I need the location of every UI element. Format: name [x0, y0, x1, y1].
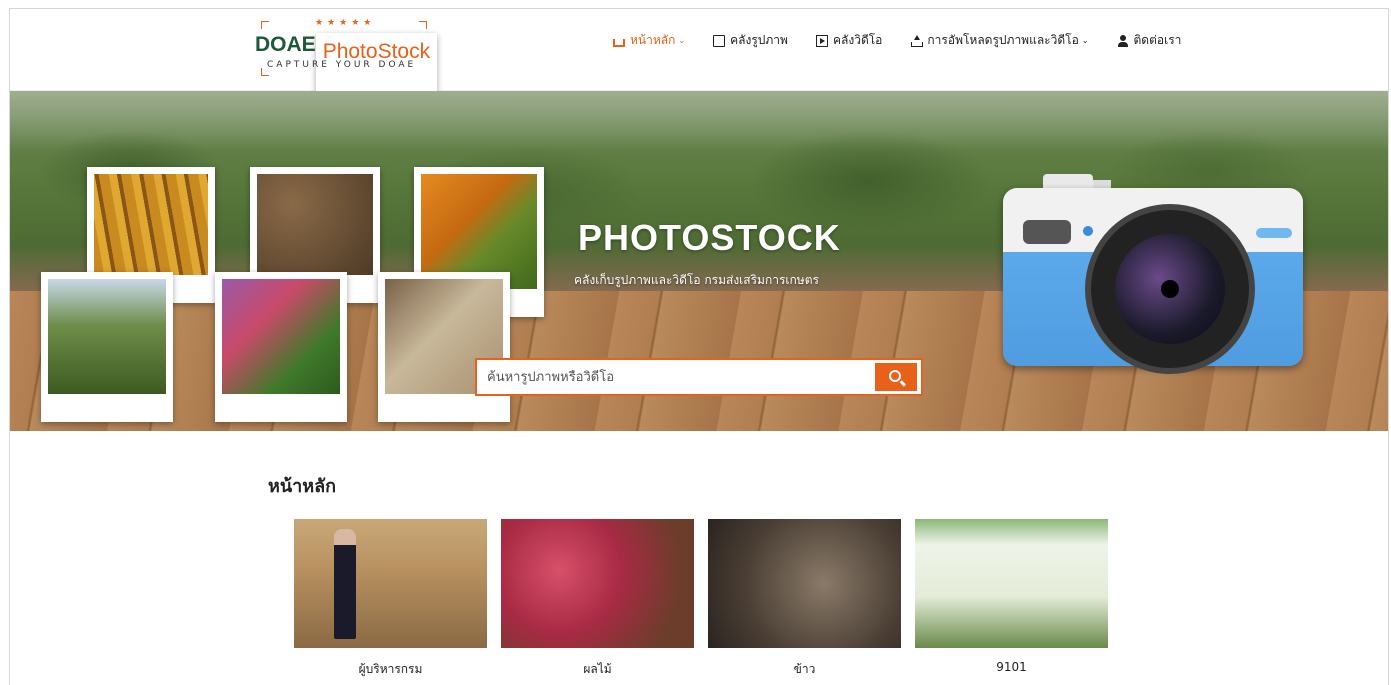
category-card-rice[interactable]: ข้าว	[708, 519, 901, 679]
category-label[interactable]: ข้าว	[708, 660, 901, 679]
image-icon	[713, 34, 726, 47]
nav-item-image-library[interactable]: คลังรูปภาพ	[713, 31, 788, 50]
nav-item-label: คลังรูปภาพ	[730, 33, 788, 47]
logo-bracket	[261, 21, 269, 29]
camera-button	[1256, 228, 1292, 238]
category-thumbnail[interactable]	[915, 519, 1108, 648]
main-nav: หน้าหลัก ⌄ คลังรูปภาพ คลังวิดีโอ การอัพโ…	[613, 31, 1209, 50]
search-button[interactable]	[875, 363, 917, 391]
polaroid-image	[257, 174, 373, 275]
search-icon	[889, 370, 901, 382]
polaroid-image	[94, 174, 208, 275]
nav-item-video-library[interactable]: คลังวิดีโอ	[815, 31, 883, 50]
chevron-down-icon: ⌄	[678, 36, 686, 45]
nav-item-label: ติดต่อเรา	[1133, 33, 1182, 47]
category-thumbnail[interactable]	[294, 519, 487, 648]
logo-tagline: CAPTURE YOUR DOAE	[267, 60, 417, 70]
category-grid: ผู้บริหารกรม ผลไม้ ข้าว 9101	[294, 519, 1122, 679]
contact-icon	[1117, 34, 1129, 47]
hero-banner: PHOTOSTOCK คลังเก็บรูปภาพและวิดีโอ กรมส่…	[10, 91, 1388, 431]
polaroid-flowers	[215, 272, 347, 422]
nav-item-upload[interactable]: การอัพโหลดรูปภาพและวิดีโอ ⌄	[910, 31, 1089, 50]
site-header: ★★★★★ DOAE PhotoStock CAPTURE YOUR DOAE …	[10, 9, 1388, 92]
camera-lens-center	[1161, 280, 1179, 298]
camera-illustration	[1003, 174, 1303, 374]
hero-subtitle: คลังเก็บรูปภาพและวิดีโอ กรมส่งเสริมการเก…	[574, 273, 819, 287]
nav-item-home[interactable]: หน้าหลัก ⌄	[613, 31, 685, 50]
nav-item-label: การอัพโหลดรูปภาพและวิดีโอ	[927, 33, 1079, 47]
search-input[interactable]	[477, 360, 875, 394]
logo-stars: ★★★★★	[315, 18, 376, 28]
category-card-fruits[interactable]: ผลไม้	[501, 519, 694, 679]
nav-item-contact[interactable]: ติดต่อเรา	[1117, 31, 1182, 50]
logo-bracket	[419, 21, 427, 29]
nav-item-label: คลังวิดีโอ	[832, 33, 883, 47]
category-label[interactable]: ผลไม้	[501, 660, 694, 679]
camera-flash	[1023, 220, 1071, 244]
logo-doae: DOAE	[255, 33, 316, 56]
category-thumbnail[interactable]	[501, 519, 694, 648]
category-thumbnail[interactable]	[708, 519, 901, 648]
polaroid-palm	[41, 272, 173, 422]
category-card-9101[interactable]: 9101	[915, 519, 1108, 679]
search-bar	[475, 358, 923, 396]
camera-lens	[1085, 204, 1255, 374]
camera-body	[1003, 188, 1303, 374]
site-logo[interactable]: ★★★★★ DOAE PhotoStock CAPTURE YOUR DOAE	[253, 18, 438, 92]
camera-lens-glass	[1115, 234, 1225, 344]
polaroid-products	[378, 272, 510, 422]
category-label[interactable]: ผู้บริหารกรม	[294, 660, 487, 679]
category-card-executives[interactable]: ผู้บริหารกรม	[294, 519, 487, 679]
section-title: หน้าหลัก	[268, 476, 337, 497]
polaroid-image	[222, 279, 340, 394]
browser-viewport: ★★★★★ DOAE PhotoStock CAPTURE YOUR DOAE …	[9, 8, 1389, 685]
chevron-down-icon: ⌄	[1081, 36, 1089, 45]
nav-item-label: หน้าหลัก	[630, 33, 676, 47]
upload-icon	[910, 34, 924, 47]
hero-title: PHOTOSTOCK	[578, 217, 841, 258]
home-icon	[613, 38, 625, 47]
category-label[interactable]: 9101	[915, 660, 1108, 674]
video-icon	[815, 34, 828, 47]
polaroid-image	[48, 279, 166, 394]
camera-indicator	[1083, 226, 1093, 236]
logo-wordmark: DOAE PhotoStock	[255, 33, 438, 92]
